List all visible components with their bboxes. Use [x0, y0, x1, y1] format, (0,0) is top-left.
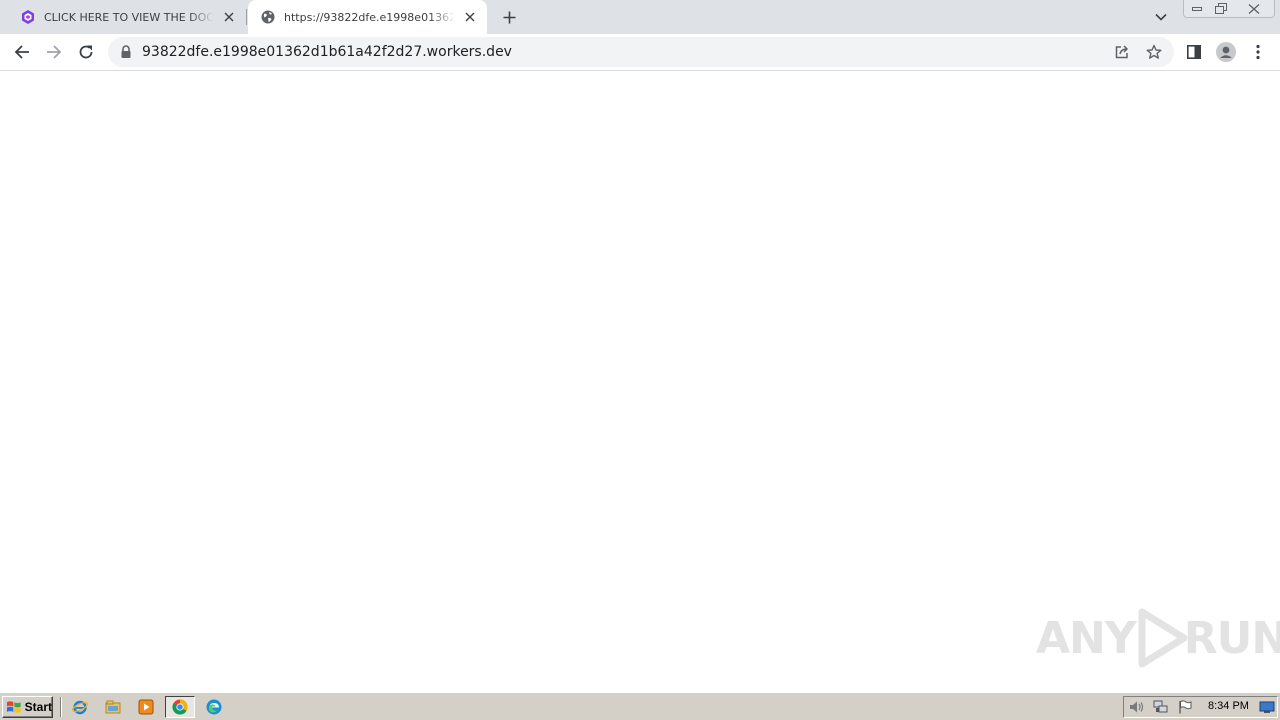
- tab-strip: CLICK HERE TO VIEW THE DOCUMENT https://…: [0, 0, 1280, 34]
- share-button[interactable]: [1110, 40, 1134, 64]
- start-button[interactable]: Start: [2, 696, 53, 718]
- chevron-down-icon: [1155, 13, 1167, 21]
- chrome-button[interactable]: [165, 696, 195, 718]
- avatar-icon: [1216, 42, 1236, 62]
- tab-close-button[interactable]: [220, 8, 238, 26]
- taskbar-clock[interactable]: 8:34 PM: [1208, 700, 1249, 712]
- window-close-button[interactable]: [1233, 0, 1275, 18]
- system-tray: 8:34 PM: [1123, 696, 1278, 718]
- action-center-flag-icon: [1179, 700, 1192, 714]
- chrome-icon: [172, 699, 188, 715]
- internet-explorer-button[interactable]: [69, 697, 91, 717]
- windows-taskbar: Start 8:34 PM: [0, 692, 1280, 720]
- internet-explorer-icon: [72, 700, 88, 715]
- tab-separator: [246, 9, 247, 25]
- reload-button[interactable]: [72, 38, 100, 66]
- reload-icon: [79, 45, 93, 59]
- start-label: Start: [24, 700, 52, 714]
- watermark-right-text: RUN: [1183, 612, 1280, 664]
- watermark-left-text: ANY: [1036, 612, 1137, 664]
- plus-icon: [503, 11, 515, 23]
- network-icon: [1153, 700, 1168, 713]
- show-desktop-button[interactable]: [1258, 699, 1276, 715]
- taskbar-separator: [60, 697, 62, 717]
- close-icon: [465, 12, 475, 22]
- address-bar[interactable]: 93822dfe.e1998e01362d1b61a42f2d27.worker…: [108, 37, 1174, 67]
- media-player-button[interactable]: [135, 697, 157, 717]
- share-icon: [1115, 45, 1129, 59]
- edge-button[interactable]: [203, 697, 225, 717]
- bookmark-button[interactable]: [1142, 40, 1166, 64]
- tab-search-button[interactable]: [1150, 7, 1172, 27]
- purple-hex-logo-icon: [22, 10, 34, 24]
- kebab-menu-icon: [1256, 44, 1260, 60]
- side-panel-icon: [1187, 45, 1201, 59]
- arrow-right-icon: [47, 45, 62, 59]
- star-icon: [1146, 44, 1162, 59]
- new-tab-button[interactable]: [498, 6, 520, 28]
- network-button[interactable]: [1152, 699, 1170, 715]
- browser-toolbar: 93822dfe.e1998e01362d1b61a42f2d27.worker…: [0, 34, 1280, 71]
- action-center-button[interactable]: [1176, 699, 1194, 715]
- file-explorer-icon: [105, 700, 121, 714]
- url-text[interactable]: 93822dfe.e1998e01362d1b61a42f2d27.worker…: [142, 44, 512, 60]
- menu-button[interactable]: [1244, 38, 1272, 66]
- restore-icon: [1215, 3, 1227, 14]
- arrow-left-icon: [14, 45, 29, 59]
- profile-button[interactable]: [1212, 38, 1240, 66]
- globe-icon: [261, 10, 275, 24]
- restore-button[interactable]: [1209, 0, 1233, 18]
- play-logo-icon: [1138, 608, 1188, 668]
- anyrun-watermark: ANY RUN: [1036, 606, 1280, 670]
- edge-icon: [206, 699, 222, 715]
- windows-flag-icon: [6, 701, 21, 713]
- minimize-icon: [1191, 6, 1202, 11]
- tab-document[interactable]: CLICK HERE TO VIEW THE DOCUMENT: [8, 0, 246, 34]
- minimize-button[interactable]: [1183, 0, 1209, 18]
- volume-icon: [1130, 701, 1144, 713]
- page-content: ANY RUN: [0, 72, 1280, 692]
- volume-button[interactable]: [1128, 699, 1146, 715]
- side-panel-button[interactable]: [1180, 38, 1208, 66]
- close-icon: [224, 12, 234, 22]
- back-button[interactable]: [8, 38, 36, 66]
- monitor-icon: [1259, 701, 1275, 713]
- tab-title: https://93822dfe.e1998e01362d1b61a42f2d2…: [284, 10, 455, 24]
- lock-icon[interactable]: [120, 45, 132, 59]
- forward-button[interactable]: [40, 38, 68, 66]
- media-player-icon: [138, 699, 154, 715]
- close-icon: [1248, 3, 1259, 14]
- tab-close-button[interactable]: [461, 8, 479, 26]
- tab-title: CLICK HERE TO VIEW THE DOCUMENT: [44, 10, 214, 24]
- tab-workers-dev[interactable]: https://93822dfe.e1998e01362d1b61a42f2d2…: [248, 0, 487, 34]
- file-explorer-button[interactable]: [102, 697, 124, 717]
